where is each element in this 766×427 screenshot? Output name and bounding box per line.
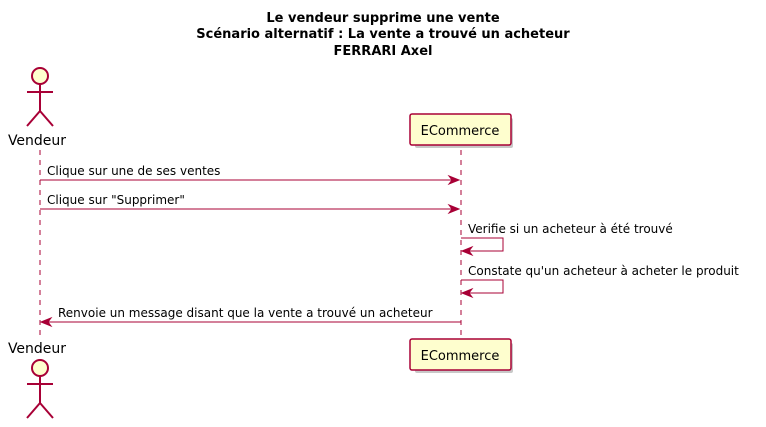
diagram-title-line-2: Scénario alternatif : La vente a trouvé …	[196, 27, 570, 42]
vendeur-label-bottom: Vendeur	[8, 341, 66, 357]
message-3-label: Verifie si un acheteur à été trouvé	[468, 222, 673, 236]
vendeur-actor-bottom: Vendeur	[8, 341, 66, 419]
actor-head-icon	[31, 359, 49, 377]
message-2-label: Clique sur "Supprimer"	[47, 193, 185, 207]
message-5-label: Renvoie un message disant que la vente a…	[58, 306, 433, 320]
ecommerce-participant-bottom: ECommerce	[409, 338, 513, 373]
ecommerce-participant-top: ECommerce	[409, 113, 513, 148]
diagram-title-line-3: FERRARI Axel	[334, 44, 433, 59]
sequence-diagram: Le vendeur supprime une vente Scénario a…	[8, 11, 739, 419]
vendeur-actor-top: Vendeur	[8, 67, 66, 149]
ecommerce-label-top: ECommerce	[421, 124, 500, 139]
vendeur-label-top: Vendeur	[8, 133, 66, 149]
ecommerce-label-bottom: ECommerce	[421, 349, 500, 364]
actor-head-icon	[31, 67, 49, 85]
diagram-title-line-1: Le vendeur supprime une vente	[266, 11, 499, 26]
message-1-label: Clique sur une de ses ventes	[47, 164, 220, 178]
message-4-label: Constate qu'un acheteur à acheter le pro…	[468, 264, 739, 278]
